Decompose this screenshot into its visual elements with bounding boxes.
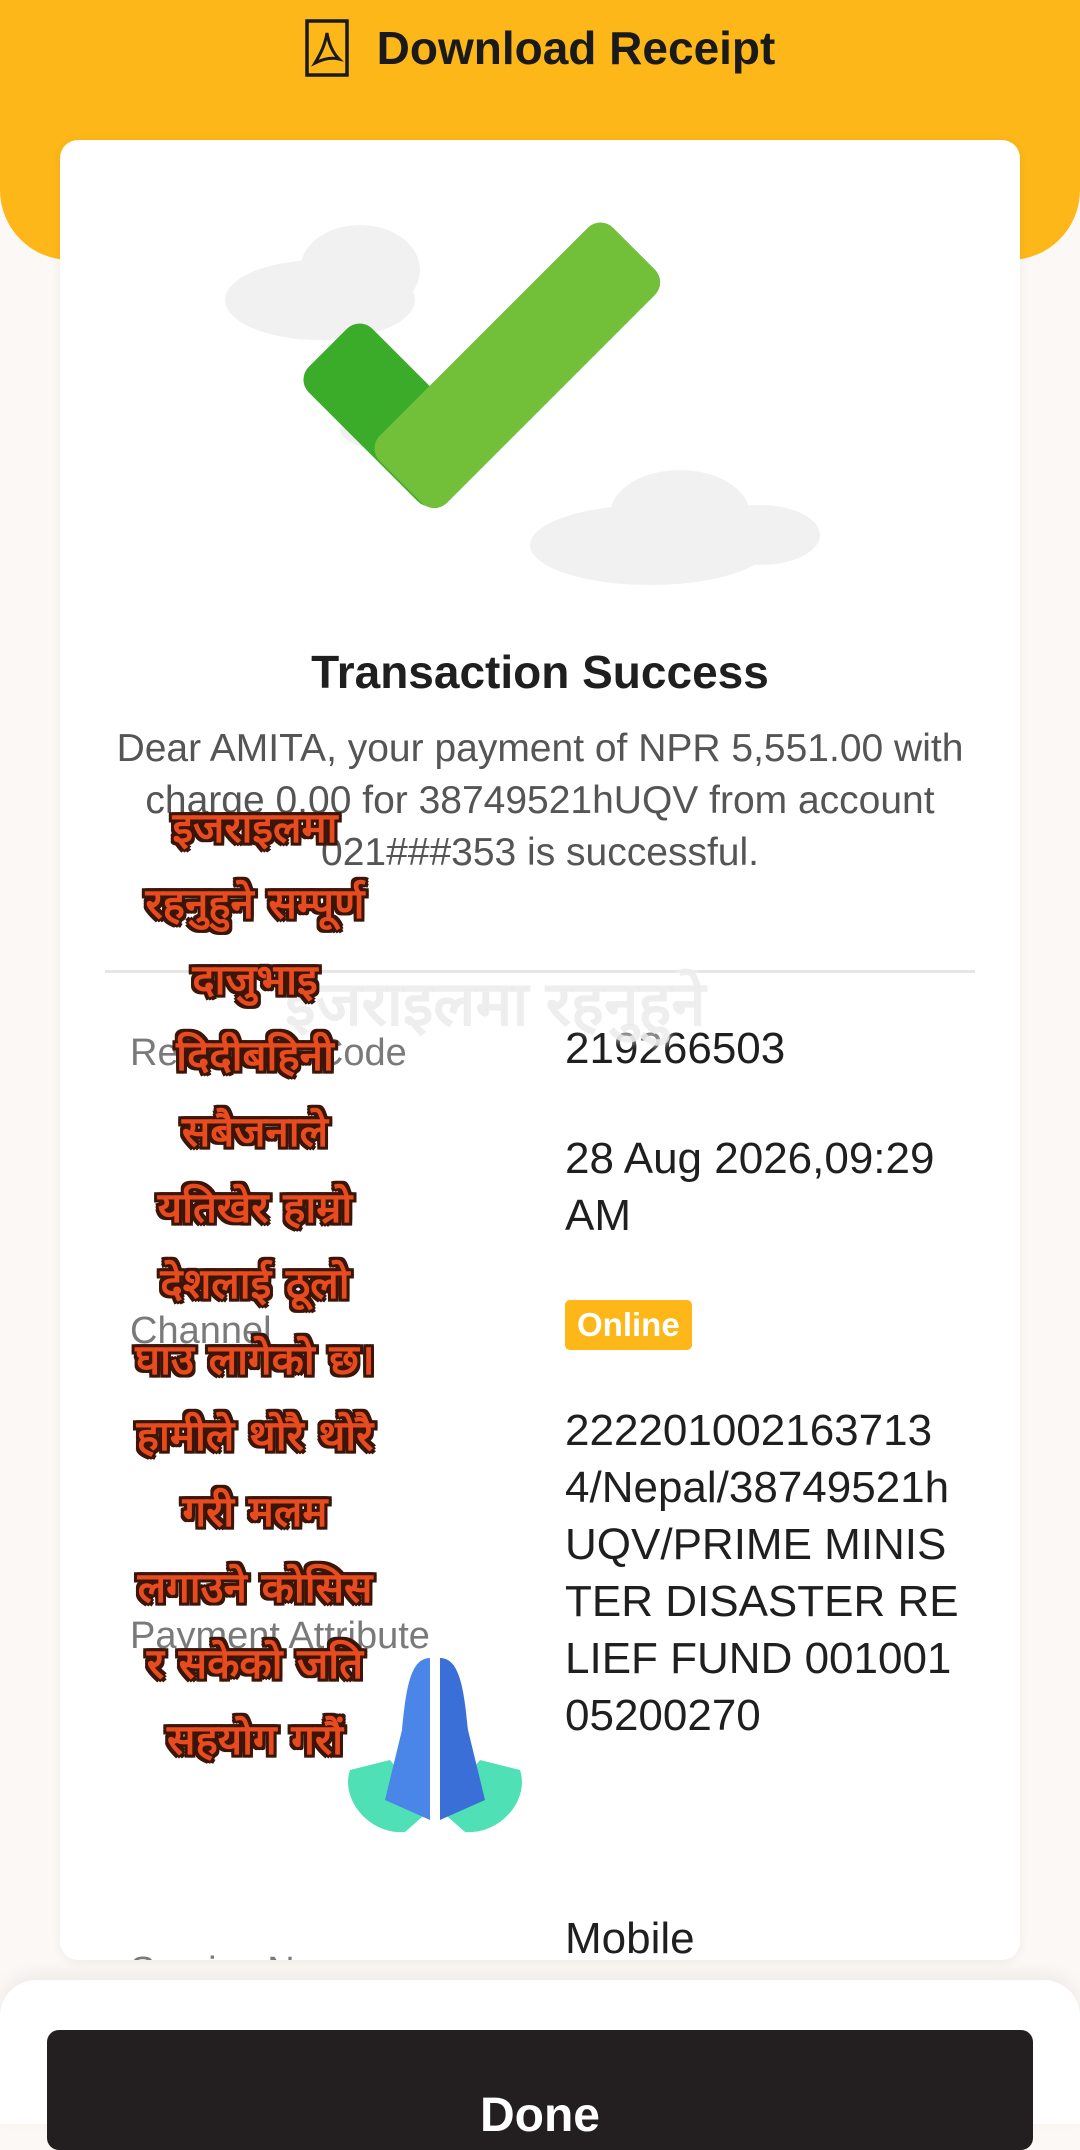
service-name-value: Mobile <box>565 1914 695 1960</box>
done-button[interactable]: Done <box>47 2030 1033 2150</box>
caption-line: सबैजनाले <box>181 1107 329 1156</box>
caption-line: यतिखेर हाम्रो <box>157 1183 353 1232</box>
caption-line: दाजुभाइ <box>192 955 318 1004</box>
date-value: 28 Aug 2026,09:29 AM <box>565 1134 935 1240</box>
status-title: Transaction Success <box>311 646 769 698</box>
caption-line: इजराइलमा <box>172 803 338 852</box>
success-illustration <box>225 222 820 585</box>
caption-line: देशलाई ठूलो <box>160 1259 350 1308</box>
payment-attribute-value: 2222010021637134/Nepal/38749521hUQV/PRIM… <box>565 1406 959 1740</box>
caption-line: घाउ लागेको छ। <box>135 1335 375 1384</box>
caption-line: दिदीबहिनी <box>176 1031 334 1080</box>
caption-line: गरी मलम <box>182 1487 328 1536</box>
caption-line: हामीले थोरै थोरै <box>136 1411 374 1460</box>
channel-badge: Online <box>565 1300 692 1350</box>
download-receipt-label: Download Receipt <box>376 21 776 74</box>
caption-line: रहनुहुने सम्पूर्ण <box>145 879 365 928</box>
pdf-icon <box>304 18 349 77</box>
service-name-label: Service Name <box>130 1950 369 1960</box>
folded-hands-icon <box>348 1658 522 1833</box>
caption-line: लगाउने कोसिस <box>137 1563 373 1612</box>
download-receipt-button[interactable]: Download Receipt <box>0 0 1080 95</box>
nepali-caption-overlay: इजराइलमा रहनुहुने सम्पूर्ण दाजुभाइ दिदीबहिन… <box>85 790 425 1778</box>
